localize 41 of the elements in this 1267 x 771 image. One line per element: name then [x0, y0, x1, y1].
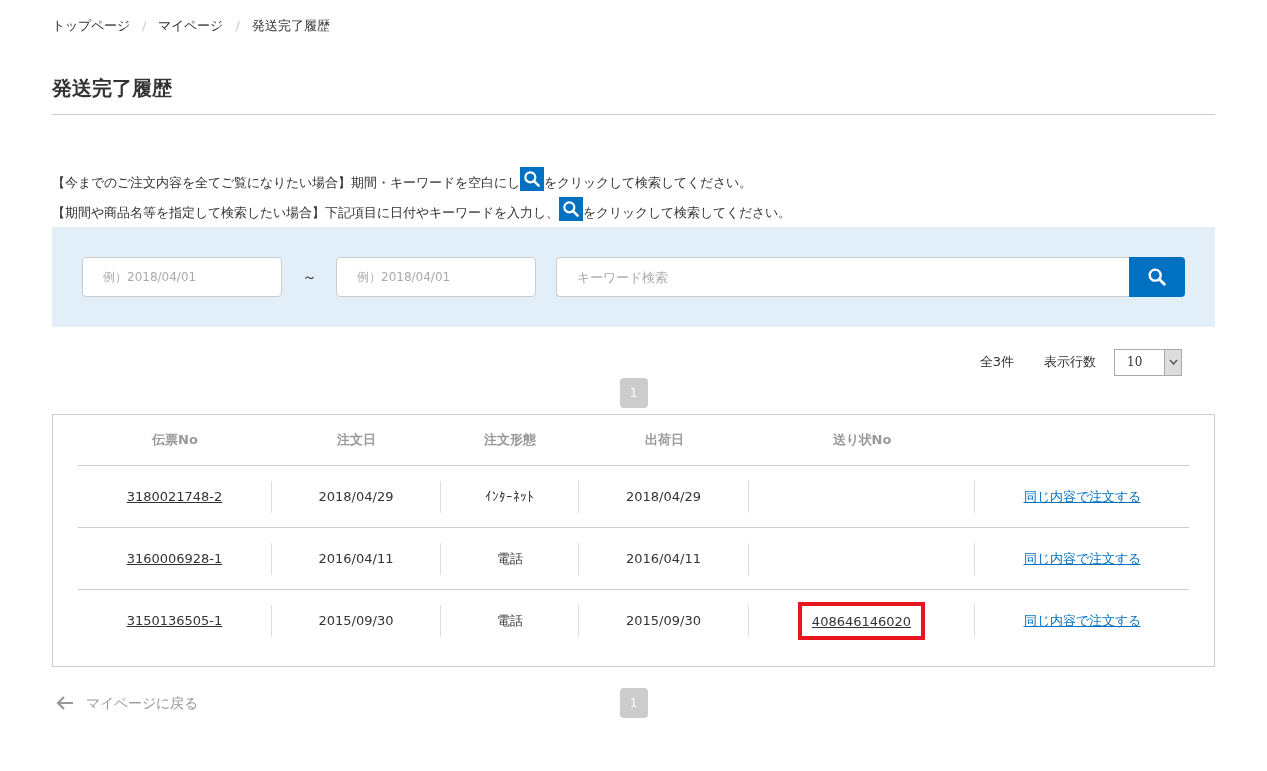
- search-icon: [1146, 266, 1168, 288]
- breadcrumb-link[interactable]: マイページ: [158, 16, 224, 36]
- slip-number-link[interactable]: 3160006928-1: [126, 548, 223, 569]
- reorder-link[interactable]: 同じ内容で注文する: [1023, 548, 1141, 569]
- keyword-search-field[interactable]: キーワード検索: [556, 257, 1129, 297]
- slip-number-link[interactable]: 3180021748-2: [126, 486, 223, 507]
- tracking-number-link[interactable]: 408646146020: [811, 614, 912, 629]
- column-header: 出荷日: [644, 431, 684, 450]
- reorder-link[interactable]: 同じ内容で注文する: [1023, 486, 1141, 507]
- rows-per-page-label: 表示行数: [1044, 353, 1096, 372]
- breadcrumb-separator: /: [142, 17, 147, 36]
- column-header: 注文日: [337, 431, 376, 450]
- rows-per-page-select[interactable]: 10: [1114, 348, 1182, 376]
- column-header: 注文形態: [484, 431, 536, 450]
- order-type-cell-text: 電話: [496, 612, 523, 631]
- ship-date-cell-text: 2018/04/29: [626, 487, 701, 506]
- order-type-cell-text: 電話: [496, 549, 523, 568]
- range-separator: ～: [300, 266, 318, 288]
- ship-date-cell-text: 2015/09/30: [626, 612, 701, 631]
- breadcrumb-separator: /: [235, 17, 240, 36]
- left-arrow-icon: [56, 695, 74, 711]
- column-header: 伝票No: [152, 431, 198, 450]
- date-to-field[interactable]: 例）2018/04/01: [336, 257, 536, 297]
- instruction-text: をクリックして検索してください。: [544, 174, 752, 192]
- instruction-text: をクリックして検索してください。: [583, 204, 791, 222]
- instruction-text: 【今までのご注文内容を全てご覧になりたい場合】期間・キーワードを空白にし: [52, 174, 520, 192]
- total-count: 全3件: [979, 353, 1014, 372]
- column-header: 送り状No: [832, 431, 892, 450]
- breadcrumb-link[interactable]: トップページ: [52, 16, 130, 36]
- reorder-link[interactable]: 同じ内容で注文する: [1023, 611, 1141, 631]
- order-date-cell-text: 2015/09/30: [318, 612, 394, 631]
- page-title: 発送完了履歴: [52, 75, 173, 102]
- instruction-text: 【期間や商品名等を指定して検索したい場合】下記項目に日付やキーワードを入力し、: [52, 204, 559, 222]
- slip-number-link[interactable]: 3150136505-1: [126, 611, 223, 631]
- breadcrumb-current: 発送完了履歴: [251, 17, 330, 36]
- order-type-cell-text: ｲﾝﾀｰﾈｯﾄ: [485, 487, 534, 506]
- ship-date-cell-text: 2016/04/11: [626, 549, 701, 568]
- order-date-cell-text: 2016/04/11: [318, 549, 394, 568]
- search-button[interactable]: [1129, 257, 1185, 297]
- order-date-cell-text: 2018/04/29: [318, 487, 394, 506]
- date-from-field[interactable]: 例）2018/04/01: [82, 257, 282, 297]
